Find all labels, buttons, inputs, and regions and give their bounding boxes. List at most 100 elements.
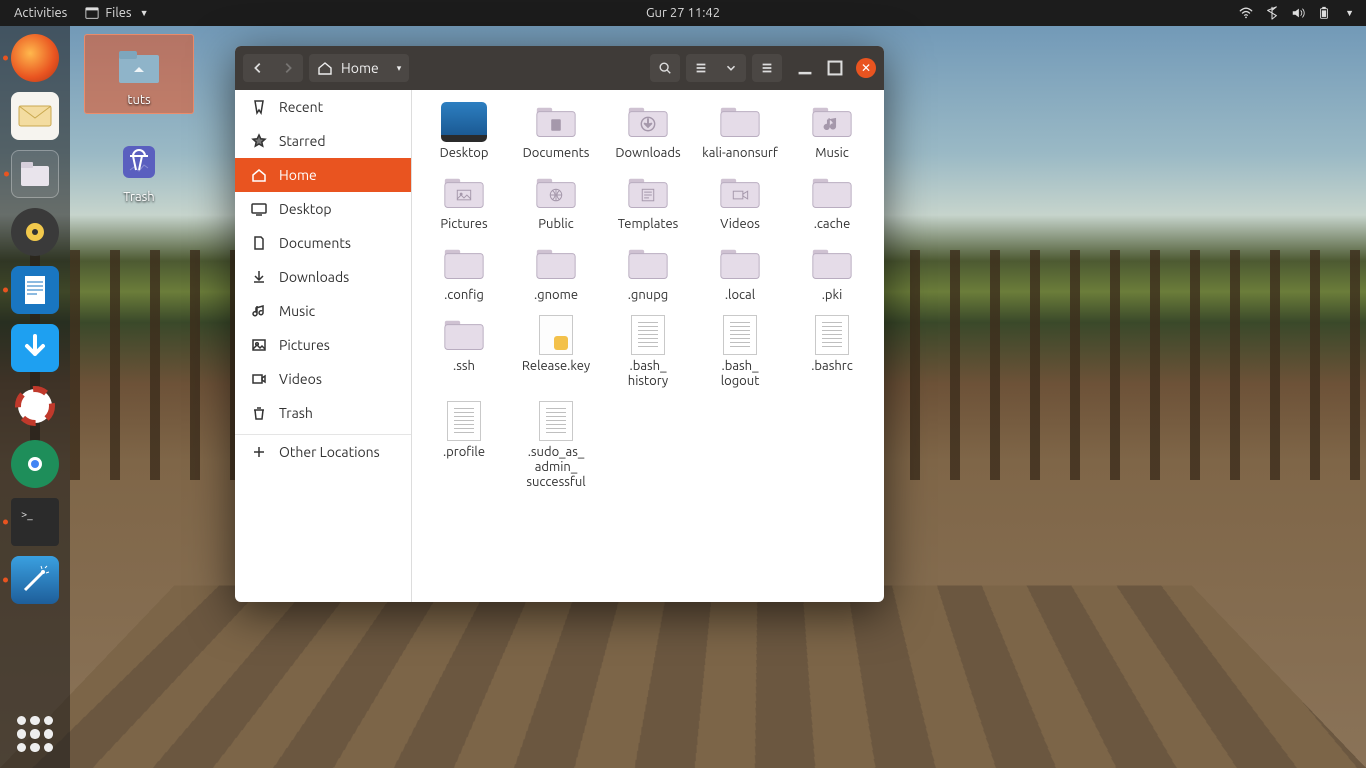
chevron-down-icon: ▼ [140,8,149,18]
file-item[interactable]: Pictures [418,169,510,236]
sidebar-item-home[interactable]: Home [235,158,411,192]
desktop: Activities Files ▼ Gur 27 11:42 ▼ [0,0,1366,768]
dock-screenshot[interactable] [11,556,59,604]
envelope-icon [13,94,57,138]
file-item[interactable]: Templates [602,169,694,236]
file-label: .local [725,288,755,303]
file-item[interactable]: .gnome [510,240,602,307]
desktop-icon [251,201,267,217]
folder-icon [625,173,671,211]
sidebar-item-label: Other Locations [279,444,380,460]
forward-button[interactable] [273,54,303,82]
sidebar-item-pictures[interactable]: Pictures [235,328,411,362]
dock-download[interactable] [11,324,59,372]
file-item[interactable]: .ssh [418,311,510,393]
sidebar-item-videos[interactable]: Videos [235,362,411,396]
file-manager-icon [13,152,57,196]
file-item[interactable]: Documents [510,98,602,165]
file-item[interactable]: .local [694,240,786,307]
clock[interactable]: Gur 27 11:42 [646,6,720,20]
titlebar[interactable]: Home ▾ ✕ [235,46,884,90]
file-item[interactable]: .bash_logout [694,311,786,393]
show-applications-button[interactable] [17,716,53,752]
wifi-icon[interactable] [1239,6,1253,20]
app-menu[interactable]: Files ▼ [85,6,148,20]
file-item[interactable]: Public [510,169,602,236]
dock-help[interactable] [11,382,59,430]
desktop-icon-label: Trash [123,190,154,204]
folder-icon [717,102,763,140]
activities-button[interactable]: Activities [14,6,67,20]
downloads-icon [251,269,267,285]
file-label: .pki [822,288,843,303]
folder-icon [717,173,763,211]
file-item[interactable]: .gnupg [602,240,694,307]
file-item[interactable]: Music [786,98,878,165]
trash-icon [115,138,163,186]
search-button[interactable] [650,54,680,82]
path-dropdown-icon[interactable]: ▾ [397,63,402,74]
trash-icon [251,405,267,421]
dock-chrome[interactable] [11,440,59,488]
file-label: .gnupg [628,288,669,303]
sidebar-item-other-locations[interactable]: Other Locations [235,435,411,469]
file-item[interactable]: .cache [786,169,878,236]
battery-icon[interactable] [1317,6,1331,20]
text-file-icon [723,315,757,355]
places-sidebar: Recent Starred Home Desktop Documents [235,90,412,602]
sidebar-item-desktop[interactable]: Desktop [235,192,411,226]
pictures-icon [251,337,267,353]
terminal-icon: >_ [13,500,57,544]
minimize-button[interactable] [796,59,814,77]
file-item[interactable]: Videos [694,169,786,236]
file-item[interactable]: Downloads [602,98,694,165]
file-item[interactable]: .bashrc [786,311,878,393]
sidebar-item-downloads[interactable]: Downloads [235,260,411,294]
file-item[interactable]: Desktop [418,98,510,165]
file-grid[interactable]: Desktop Documents Downloads kali-anonsur… [412,90,884,602]
view-list-button[interactable] [686,54,716,82]
volume-icon[interactable] [1291,6,1305,20]
desktop-trash[interactable]: Trash [84,138,194,204]
sidebar-item-trash[interactable]: Trash [235,396,411,430]
documents-icon [251,235,267,251]
file-item[interactable]: Release.key [510,311,602,393]
file-item[interactable]: .sudo_as_admin_successful [510,397,602,494]
sidebar-item-starred[interactable]: Starred [235,124,411,158]
bluetooth-icon[interactable] [1265,6,1279,20]
file-label: .bash_logout [721,359,760,389]
dock-files[interactable] [11,150,59,198]
dock-libreoffice-writer[interactable] [11,266,59,314]
back-button[interactable] [243,54,273,82]
hamburger-menu-button[interactable] [752,54,782,82]
file-label: .ssh [453,359,475,374]
system-menu-chevron-icon[interactable]: ▼ [1345,8,1354,18]
folder-icon [625,102,671,140]
maximize-button[interactable] [826,59,844,77]
dock-firefox[interactable] [11,34,59,82]
file-label: Public [538,217,573,232]
file-item[interactable]: .profile [418,397,510,494]
dock-mail[interactable] [11,92,59,140]
text-file-icon [539,401,573,441]
sidebar-item-music[interactable]: Music [235,294,411,328]
path-bar[interactable]: Home ▾ [309,54,409,82]
view-dropdown-button[interactable] [716,54,746,82]
running-indicator-icon [4,172,9,177]
file-item[interactable]: .bash_history [602,311,694,393]
dock-terminal[interactable]: >_ [11,498,59,546]
file-item[interactable]: kali-anonsurf [694,98,786,165]
sidebar-item-recent[interactable]: Recent [235,90,411,124]
home-icon [317,60,333,76]
file-item[interactable]: .config [418,240,510,307]
file-label: .bashrc [811,359,853,374]
folder-icon [533,244,579,282]
svg-text:>_: >_ [21,509,33,521]
desktop-folder-tuts[interactable]: tuts [84,34,194,114]
videos-icon [251,371,267,387]
sidebar-item-documents[interactable]: Documents [235,226,411,260]
file-item[interactable]: .pki [786,240,878,307]
close-button[interactable]: ✕ [856,58,876,78]
running-indicator-icon [3,288,8,293]
dock-rhythmbox[interactable] [11,208,59,256]
